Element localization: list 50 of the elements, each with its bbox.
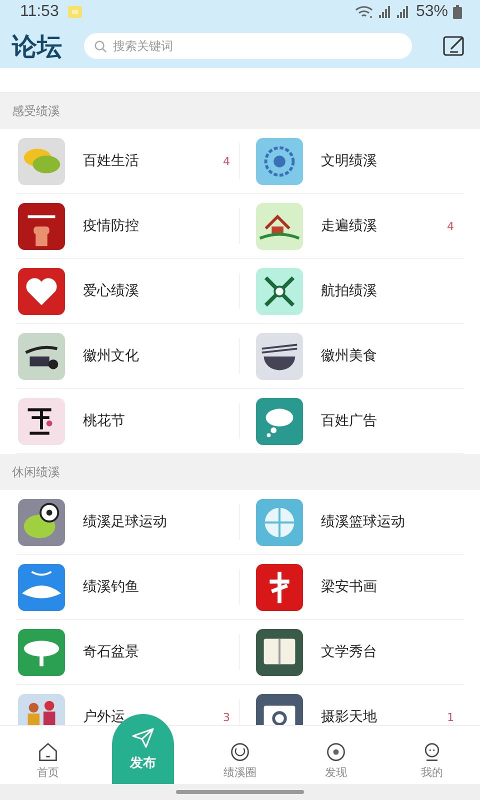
nav-tab[interactable]: 绩溪圈 xyxy=(192,741,288,784)
forum-title: 论坛 xyxy=(12,30,62,62)
calligraphy-icon xyxy=(256,564,303,610)
fish-icon xyxy=(18,564,65,610)
forum-board-item[interactable]: 奇石盆景 xyxy=(16,620,240,685)
forum-board-item[interactable]: 徽州文化 xyxy=(16,324,240,389)
tree-icon xyxy=(18,628,65,676)
home-icon xyxy=(37,741,59,763)
paper-plane-icon xyxy=(131,726,155,750)
signal-icon xyxy=(378,6,391,18)
book-icon xyxy=(256,628,303,676)
nav-tab[interactable]: 我的 xyxy=(384,741,480,784)
compose-icon xyxy=(442,34,466,58)
forum-board-item[interactable]: 疫情防控 xyxy=(16,194,240,259)
bowl-icon xyxy=(256,332,303,380)
section-header: 休闲绩溪 xyxy=(0,454,480,490)
search-field[interactable]: 搜索关键词 xyxy=(84,33,412,59)
section-header: 感受绩溪 xyxy=(0,93,480,129)
nav-tab[interactable]: 首页 xyxy=(0,741,96,784)
status-time: 11:53 xyxy=(20,3,59,21)
forum-board-item[interactable]: 绩溪钓鱼 xyxy=(16,555,240,620)
wreath-emblem-icon xyxy=(256,138,303,184)
unread-count: 3 xyxy=(223,710,230,724)
unread-count: 4 xyxy=(223,154,230,168)
house-icon xyxy=(256,202,303,250)
forum-board-item[interactable]: 航拍绩溪 xyxy=(240,259,464,324)
forum-board-item[interactable]: 桃花节 xyxy=(16,389,240,454)
battery-level: 53% xyxy=(416,3,448,21)
unread-count: 4 xyxy=(447,220,454,232)
unread-count: 1 xyxy=(447,710,454,724)
drone-icon xyxy=(256,268,303,314)
forum-board-item[interactable]: 绩溪篮球运动 xyxy=(240,490,464,555)
basketball-icon xyxy=(256,498,303,546)
forum-board-item[interactable]: 绩溪足球运动 xyxy=(16,490,240,555)
forum-board-item[interactable]: 百姓广告 xyxy=(240,389,464,454)
notification-icon xyxy=(68,6,82,18)
battery-icon xyxy=(453,5,462,19)
forum-board-item[interactable]: 徽州美食 xyxy=(240,324,464,389)
forum-board-item[interactable]: 文明绩溪 xyxy=(240,129,464,194)
forum-board-item[interactable]: 文学秀台 xyxy=(240,620,464,685)
wifi-icon xyxy=(354,5,373,19)
circle-icon xyxy=(229,741,251,763)
nav-tab[interactable]: 发现 xyxy=(288,741,384,784)
chat-bubbles-icon xyxy=(18,138,65,184)
forum-board-item[interactable]: 百姓生活 4 xyxy=(16,129,240,194)
forum-board-item[interactable]: 梁安书画 xyxy=(240,555,464,620)
speech-bubble-icon xyxy=(256,398,303,444)
forum-board-item[interactable]: 爱心绩溪 xyxy=(16,259,240,324)
forum-board-item[interactable]: 走遍绩溪 4 xyxy=(240,194,464,259)
signal-icon xyxy=(396,6,409,18)
